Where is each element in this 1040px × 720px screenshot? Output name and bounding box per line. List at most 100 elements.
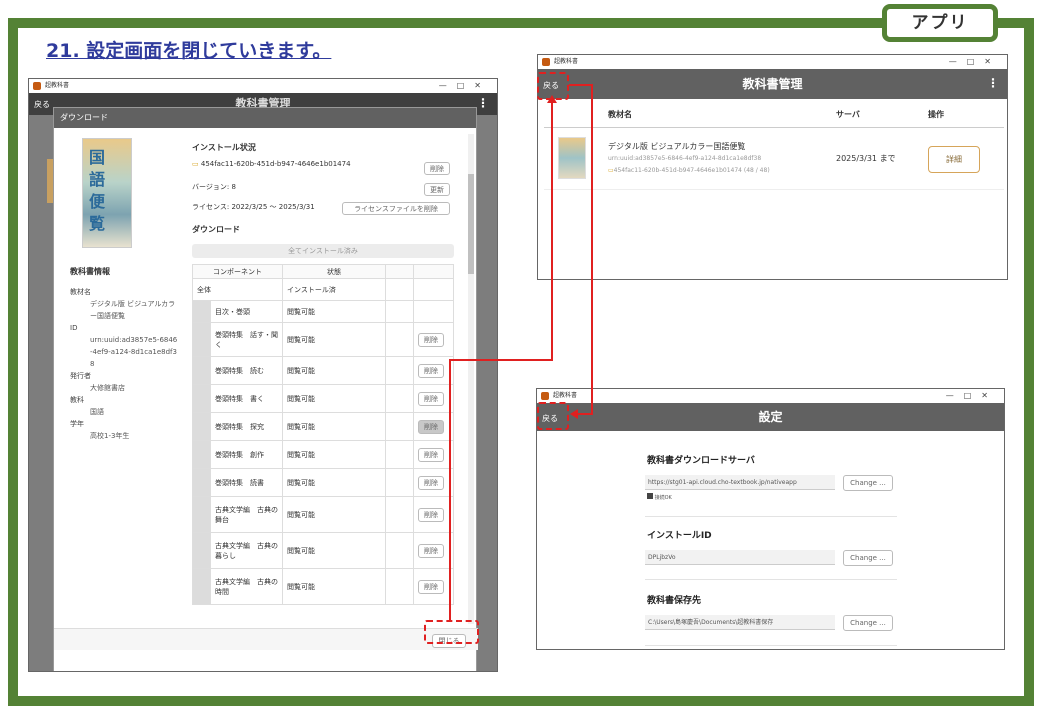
col-action bbox=[413, 264, 454, 279]
save-heading: 教科書保存先 bbox=[647, 596, 702, 606]
book-cover: 国語便覧 bbox=[82, 138, 132, 248]
left-window: 超教科書 —□✕ 戻る 教科書管理 ⋮ ダウンロード 国語便覧 教科書情報 教材… bbox=[28, 78, 498, 672]
row-status: 閲覧可能 bbox=[282, 300, 386, 323]
row-delete-button[interactable]: 削除 bbox=[418, 579, 444, 594]
arrow-head-up bbox=[547, 95, 557, 103]
install-id-field[interactable]: DPLjbzVo bbox=[645, 550, 835, 565]
row-name: 巻頭特集 読書 bbox=[210, 468, 283, 497]
window-controls[interactable]: —□✕ bbox=[946, 389, 998, 403]
step-title: 21. 設定画面を閉じていきます。 bbox=[46, 40, 332, 62]
header-title: 教科書管理 bbox=[742, 77, 803, 91]
save-path-field[interactable]: C:\Users\島塚慶吾\Documents\超教科書保存 bbox=[645, 615, 835, 630]
dialog-title: ダウンロード bbox=[60, 113, 108, 122]
row-name: 古典文学編 古典の時間 bbox=[210, 568, 283, 605]
arrow-line bbox=[551, 102, 553, 361]
field-label: ID bbox=[70, 324, 78, 332]
field-label: 教科 bbox=[70, 396, 84, 404]
field-value: 高校1-3年生 bbox=[90, 432, 130, 440]
row-name: 巻頭特集 話す・聞く bbox=[210, 322, 283, 357]
row-delete-button[interactable]: 削除 bbox=[418, 363, 444, 378]
row-name: 巻頭特集 書く bbox=[210, 384, 283, 413]
row-delete-button[interactable]: 削除 bbox=[418, 391, 444, 406]
row-status: 閲覧可能 bbox=[282, 496, 386, 533]
scrollbar-thumb[interactable] bbox=[468, 174, 474, 274]
bottom-right-window: 超教科書 —□✕ 戻る 設定 教科書ダウンロードサーバ https://stg0… bbox=[536, 388, 1005, 650]
arrow-line bbox=[449, 360, 451, 620]
row-name: 全体 bbox=[192, 278, 283, 301]
field-value: デジタル版 ビジュアルカラー国語便覧 bbox=[90, 300, 176, 320]
component-table-wrap: コンポーネント 状態 全体 インストール済 目次・巻頭 閲覧可能 巻頭特集 話す・… bbox=[192, 264, 454, 626]
app-icon bbox=[542, 58, 550, 66]
delete-folder-button[interactable]: 削除 bbox=[424, 162, 450, 175]
row-delete-button[interactable]: 削除 bbox=[418, 419, 444, 434]
book-thumbnail bbox=[558, 137, 586, 179]
menu-icon[interactable]: ⋮ bbox=[987, 76, 999, 90]
row-status: 閲覧可能 bbox=[282, 356, 386, 385]
divider bbox=[645, 579, 897, 580]
window-controls[interactable]: —□✕ bbox=[439, 79, 491, 93]
menu-icon[interactable]: ⋮ bbox=[477, 96, 489, 110]
detail-button[interactable]: 詳細 bbox=[928, 146, 980, 173]
ok-icon bbox=[647, 493, 653, 499]
close-highlight bbox=[424, 620, 479, 644]
row-status: インストール済 bbox=[282, 278, 386, 301]
app-name: 超教科書 bbox=[45, 82, 70, 89]
back-button[interactable]: 戻る bbox=[34, 99, 50, 110]
arrow-head-left bbox=[570, 409, 578, 419]
field-value: 国語 bbox=[90, 408, 104, 416]
update-button[interactable]: 更新 bbox=[424, 183, 450, 196]
table-row: 全体 インストール済 bbox=[192, 278, 454, 301]
all-installed-button[interactable]: 全てインストール済み bbox=[192, 244, 454, 258]
row-status: 閲覧可能 bbox=[282, 532, 386, 569]
row-delete-button[interactable]: 削除 bbox=[418, 475, 444, 490]
field-value: 大修館書店 bbox=[90, 384, 125, 392]
titlebar: 超教科書 —□✕ bbox=[538, 55, 1007, 69]
row-status: 閲覧可能 bbox=[282, 412, 386, 441]
server-url-field[interactable]: https://stg01-api.cloud.cho-textbook.jp/… bbox=[645, 475, 835, 490]
table-row: 古典文学編 古典の舞台 閲覧可能 削除 bbox=[192, 496, 454, 533]
table-row: 巻頭特集 創作 閲覧可能 削除 bbox=[192, 440, 454, 469]
app-icon bbox=[541, 392, 549, 400]
col-status: 状態 bbox=[282, 264, 386, 279]
install-heading: インストール状況 bbox=[192, 143, 256, 152]
left-titlebar: 超教科書 —□✕ bbox=[29, 79, 497, 93]
table-row: 古典文学編 古典の暮らし 閲覧可能 削除 bbox=[192, 532, 454, 569]
change-server-button[interactable]: Change ... bbox=[843, 475, 893, 491]
field-label: 学年 bbox=[70, 420, 84, 428]
header: 戻る 設定 bbox=[537, 403, 1004, 431]
row-delete-button[interactable]: 削除 bbox=[418, 332, 444, 347]
app-name: 超教科書 bbox=[554, 58, 579, 65]
top-right-window: 超教科書 —□✕ 戻る 教科書管理 ⋮ 教材名 サーバ 操作 デジタル版 ビジュ… bbox=[537, 54, 1008, 280]
field-label: 発行者 bbox=[70, 372, 91, 380]
row-name: 巻頭特集 探究 bbox=[210, 412, 283, 441]
dialog-scrollbar[interactable] bbox=[468, 134, 474, 624]
folder-icon: ▭ bbox=[192, 160, 199, 168]
header: 戻る 教科書管理 ⋮ bbox=[538, 69, 1007, 99]
delete-license-button[interactable]: ライセンスファイルを削除 bbox=[342, 202, 450, 215]
titlebar: 超教科書 —□✕ bbox=[537, 389, 1004, 403]
cover-text: 国語便覧 bbox=[89, 148, 106, 233]
download-heading: ダウンロード bbox=[192, 225, 240, 234]
dialog-footer: 閉じる bbox=[54, 628, 478, 650]
book-folder: ▭454fac11-620b-451d-b947-4646e1b01474 (4… bbox=[608, 167, 770, 174]
arrow-line bbox=[577, 413, 593, 415]
download-dialog: ダウンロード 国語便覧 教科書情報 教材名 デジタル版 ビジュアルカラー国語便覧… bbox=[53, 107, 478, 671]
col-name: 教材名 bbox=[608, 110, 632, 119]
header-divider bbox=[544, 127, 1004, 128]
window-controls[interactable]: —□✕ bbox=[949, 55, 1001, 69]
field-value: urn:uuid:ad3857e5-6846-4ef9-a124-8d1ca1e… bbox=[90, 336, 178, 368]
book-title: デジタル版 ビジュアルカラー国語便覧 bbox=[608, 142, 746, 151]
row-delete-button[interactable]: 削除 bbox=[418, 543, 444, 558]
row-status: 閲覧可能 bbox=[282, 468, 386, 497]
change-install-id-button[interactable]: Change ... bbox=[843, 550, 893, 566]
ok-text: 接続OK bbox=[654, 495, 672, 501]
row-name: 巻頭特集 創作 bbox=[210, 440, 283, 469]
change-save-path-button[interactable]: Change ... bbox=[843, 615, 893, 631]
folder-row: ▭ 454fac11-620b-451d-b947-4646e1b01474 bbox=[192, 160, 351, 168]
header-title: 設定 bbox=[758, 410, 783, 424]
row-delete-button[interactable]: 削除 bbox=[418, 507, 444, 522]
folder-id: 454fac11-620b-451d-b947-4646e1b01474 bbox=[200, 160, 351, 168]
row-name: 古典文学編 古典の舞台 bbox=[210, 496, 283, 533]
row-delete-button[interactable]: 削除 bbox=[418, 447, 444, 462]
row-name: 巻頭特集 読む bbox=[210, 356, 283, 385]
